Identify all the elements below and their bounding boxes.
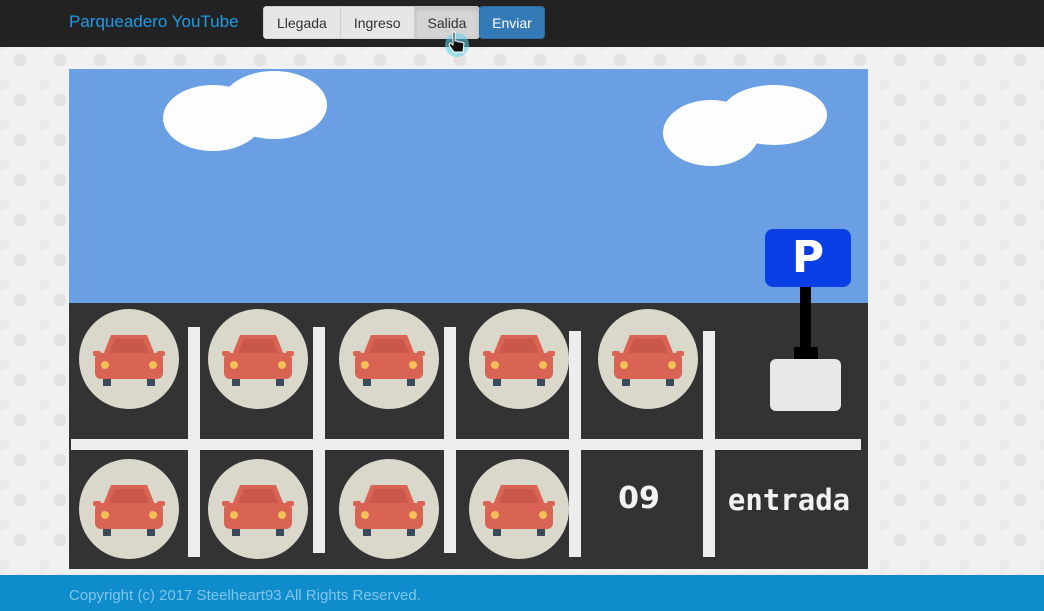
parking-sign-icon: P (765, 229, 851, 287)
slot-number: 09 (618, 481, 660, 516)
entry-button[interactable]: Ingreso (340, 6, 415, 39)
car-icon (222, 485, 294, 536)
slot-divider (569, 331, 581, 557)
pointer-cursor-icon (445, 31, 469, 57)
parked-car[interactable] (339, 459, 439, 559)
car-icon (353, 335, 425, 386)
car-icon (612, 335, 684, 386)
parked-car[interactable] (469, 309, 569, 409)
entrance-label: entrada (727, 483, 851, 517)
brand-link[interactable]: Parqueadero YouTube (69, 12, 239, 32)
parked-car[interactable] (598, 309, 698, 409)
car-icon (93, 335, 165, 386)
car-icon (483, 335, 555, 386)
sign-base (770, 359, 841, 411)
parked-car[interactable] (339, 309, 439, 409)
navbar: Parqueadero YouTube Llegada Ingreso Sali… (0, 0, 1044, 47)
send-button[interactable]: Enviar (479, 6, 545, 39)
slot-divider (444, 327, 456, 553)
sign-pole (800, 287, 811, 347)
slot-divider (703, 331, 715, 557)
parked-car[interactable] (208, 459, 308, 559)
parked-car[interactable] (208, 309, 308, 409)
parked-car[interactable] (469, 459, 569, 559)
parking-scene: 09 entrada P (69, 69, 868, 569)
car-icon (93, 485, 165, 536)
parked-car[interactable] (79, 309, 179, 409)
footer: Copyright (c) 2017 Steelheart93 All Righ… (0, 575, 1044, 611)
slot-divider (188, 327, 200, 557)
parked-car[interactable] (79, 459, 179, 559)
car-icon (483, 485, 555, 536)
copyright-text: Copyright (c) 2017 Steelheart93 All Righ… (69, 587, 421, 604)
arrival-button[interactable]: Llegada (263, 6, 341, 39)
slot-divider (313, 327, 325, 553)
car-icon (353, 485, 425, 536)
car-icon (222, 335, 294, 386)
